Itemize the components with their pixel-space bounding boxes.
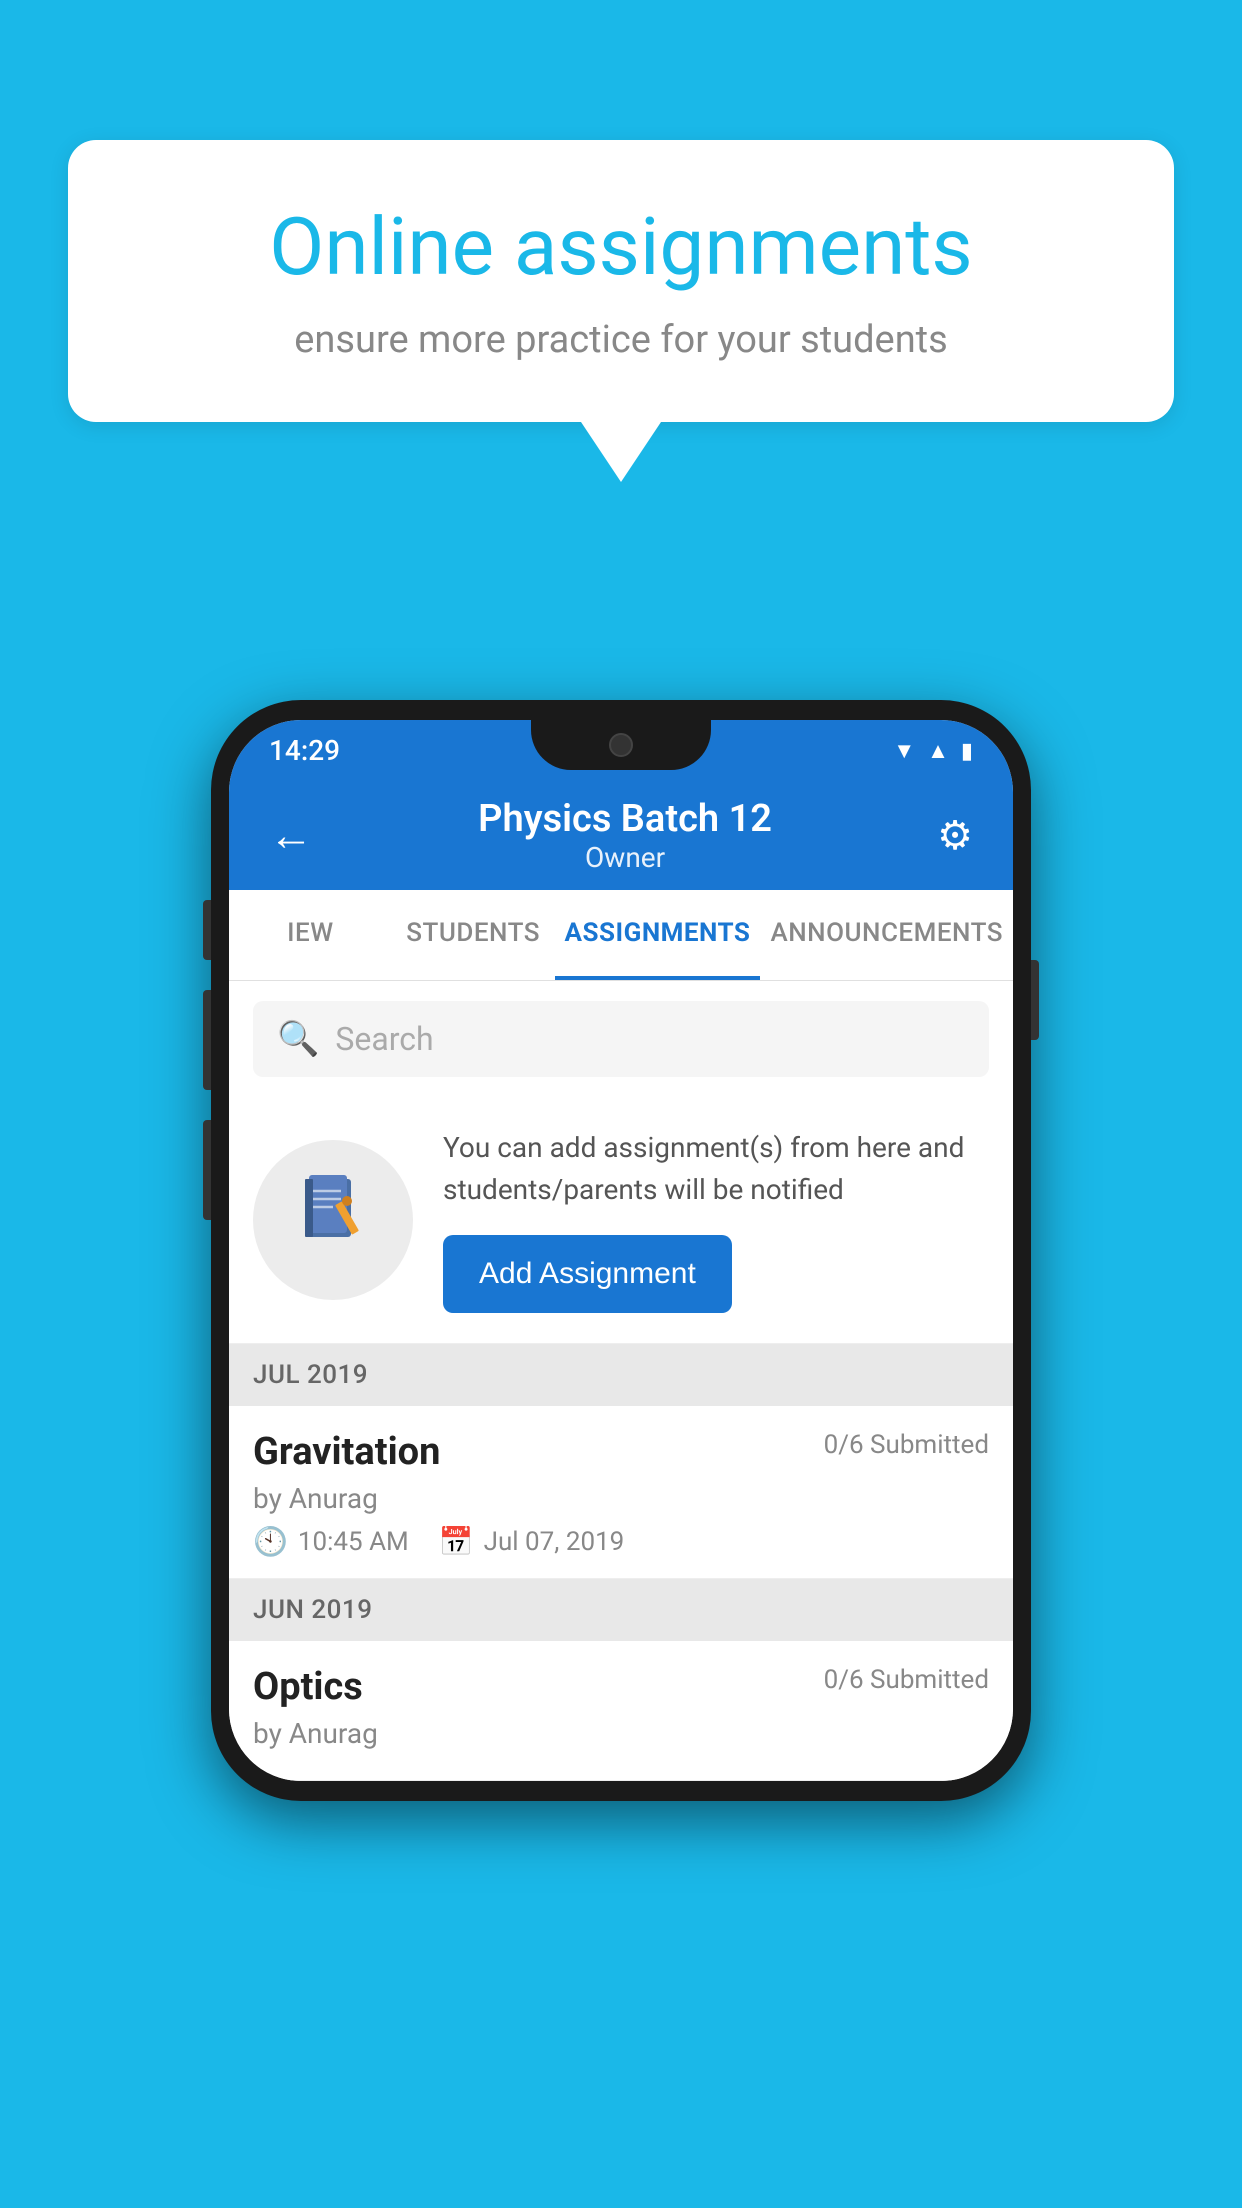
- assignment-submitted-optics: 0/6 Submitted: [824, 1665, 989, 1695]
- app-bar-title: Physics Batch 12: [323, 797, 927, 841]
- status-time: 14:29: [269, 734, 340, 767]
- assignment-title-optics: Optics: [253, 1665, 363, 1709]
- search-box[interactable]: 🔍 Search: [253, 1001, 989, 1077]
- promo-card: You can add assignment(s) from here and …: [229, 1097, 1013, 1344]
- speech-bubble: Online assignments ensure more practice …: [68, 140, 1174, 422]
- phone-camera: [609, 733, 633, 757]
- month-header-jun: JUN 2019: [229, 1579, 1013, 1641]
- search-container: 🔍 Search: [229, 981, 1013, 1097]
- phone-frame: 14:29 ← Physics Batch 12 Owner ⚙ IEW: [211, 700, 1031, 1801]
- search-placeholder: Search: [335, 1020, 433, 1058]
- assignment-item-gravitation[interactable]: Gravitation 0/6 Submitted by Anurag 🕙 10…: [229, 1406, 1013, 1579]
- app-bar-title-container: Physics Batch 12 Owner: [323, 797, 927, 874]
- assignment-row1: Gravitation 0/6 Submitted: [253, 1430, 989, 1474]
- assignment-title-gravitation: Gravitation: [253, 1430, 440, 1474]
- assignment-row1-optics: Optics 0/6 Submitted: [253, 1665, 989, 1709]
- tab-announcements[interactable]: ANNOUNCEMENTS: [760, 890, 1013, 980]
- status-icons: [893, 736, 973, 764]
- speech-bubble-arrow: [581, 422, 661, 482]
- speech-bubble-subtitle: ensure more practice for your students: [138, 318, 1104, 362]
- app-bar-subtitle: Owner: [323, 841, 927, 874]
- silent-button: [203, 1120, 211, 1220]
- battery-icon: [961, 736, 973, 764]
- signal-icon: [927, 736, 949, 764]
- assignment-meta-gravitation: 🕙 10:45 AM 📅 Jul 07, 2019: [253, 1525, 989, 1558]
- assignment-submitted-gravitation: 0/6 Submitted: [824, 1430, 989, 1460]
- search-icon: 🔍: [277, 1019, 319, 1059]
- back-button[interactable]: ←: [259, 799, 323, 871]
- add-assignment-button[interactable]: Add Assignment: [443, 1235, 732, 1313]
- promo-icon-circle: [253, 1140, 413, 1300]
- assignment-by-gravitation: by Anurag: [253, 1482, 989, 1515]
- promo-content: You can add assignment(s) from here and …: [443, 1127, 983, 1313]
- tab-iew[interactable]: IEW: [229, 890, 392, 980]
- power-button: [1031, 960, 1039, 1040]
- speech-bubble-title: Online assignments: [138, 200, 1104, 294]
- notebook-icon: [293, 1171, 373, 1269]
- tabs-container: IEW STUDENTS ASSIGNMENTS ANNOUNCEMENTS: [229, 890, 1013, 981]
- promo-description: You can add assignment(s) from here and …: [443, 1127, 983, 1211]
- assignment-time-gravitation: 🕙 10:45 AM: [253, 1525, 409, 1558]
- phone-container: 14:29 ← Physics Batch 12 Owner ⚙ IEW: [211, 700, 1031, 1801]
- phone-screen: 14:29 ← Physics Batch 12 Owner ⚙ IEW: [229, 720, 1013, 1781]
- phone-notch: [531, 720, 711, 770]
- app-bar: ← Physics Batch 12 Owner ⚙: [229, 780, 1013, 890]
- assignment-by-optics: by Anurag: [253, 1717, 989, 1750]
- month-header-jul: JUL 2019: [229, 1344, 1013, 1406]
- assignment-date-gravitation: 📅 Jul 07, 2019: [439, 1525, 625, 1558]
- wifi-icon: [893, 736, 915, 764]
- clock-icon: 🕙: [253, 1525, 288, 1558]
- calendar-icon: 📅: [439, 1525, 474, 1558]
- assignment-item-optics[interactable]: Optics 0/6 Submitted by Anurag: [229, 1641, 1013, 1781]
- settings-button[interactable]: ⚙: [927, 802, 983, 869]
- volume-up-button: [203, 900, 211, 960]
- tab-assignments[interactable]: ASSIGNMENTS: [555, 890, 761, 980]
- volume-down-button: [203, 990, 211, 1090]
- tab-students[interactable]: STUDENTS: [392, 890, 555, 980]
- speech-bubble-section: Online assignments ensure more practice …: [68, 140, 1174, 482]
